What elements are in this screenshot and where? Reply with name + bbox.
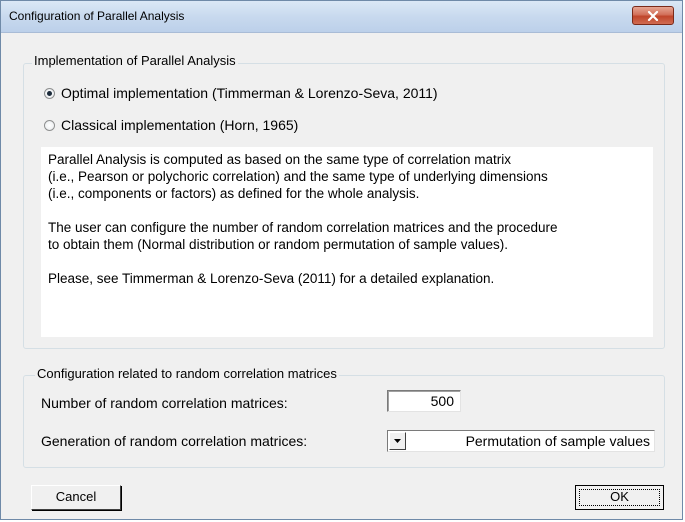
radio-button-unchecked[interactable] xyxy=(44,119,55,131)
implementation-group-legend: Implementation of Parallel Analysis xyxy=(32,53,238,68)
ok-button[interactable]: OK xyxy=(575,485,664,510)
description-paragraph: The user can configure the number of ran… xyxy=(48,219,647,253)
dropdown-selected-value: Permutation of sample values xyxy=(465,433,650,449)
close-icon xyxy=(647,11,659,21)
cancel-button[interactable]: Cancel xyxy=(31,485,121,510)
radio-classical-implementation[interactable]: Classical implementation (Horn, 1965) xyxy=(44,116,298,134)
generation-method-label: Generation of random correlation matrice… xyxy=(41,433,308,449)
window-title: Configuration of Parallel Analysis xyxy=(9,9,185,23)
radio-label: Classical implementation (Horn, 1965) xyxy=(61,117,299,133)
dropdown-button[interactable] xyxy=(389,432,406,450)
description-line: (i.e., components or factors) as defined… xyxy=(48,186,420,201)
dialog-client-area: Implementation of Parallel Analysis Opti… xyxy=(8,33,677,514)
dialog-window: Configuration of Parallel Analysis Imple… xyxy=(0,0,683,520)
radio-optimal-implementation[interactable]: Optimal implementation (Timmerman & Lore… xyxy=(44,84,438,102)
close-button[interactable] xyxy=(632,6,674,25)
chevron-down-icon xyxy=(394,439,401,443)
generation-method-dropdown[interactable]: Permutation of sample values xyxy=(387,430,655,452)
description-paragraph: Please, see Timmerman & Lorenzo-Seva (20… xyxy=(48,270,647,287)
description-paragraph: Parallel Analysis is computed as based o… xyxy=(48,151,647,202)
description-line: to obtain them (Normal distribution or r… xyxy=(48,237,508,252)
description-line: (i.e., Pearson or polychoric correlation… xyxy=(48,169,548,184)
random-matrices-group-legend: Configuration related to random correlat… xyxy=(35,366,339,381)
focus-rectangle xyxy=(579,489,660,506)
description-line: The user can configure the number of ran… xyxy=(48,220,558,235)
description-line: Parallel Analysis is computed as based o… xyxy=(48,152,511,167)
number-of-matrices-input[interactable]: 500 xyxy=(387,390,461,412)
title-bar[interactable]: Configuration of Parallel Analysis xyxy=(1,1,682,33)
description-line: Please, see Timmerman & Lorenzo-Seva (20… xyxy=(48,271,495,286)
radio-button-checked[interactable] xyxy=(44,87,55,99)
description-text-box: Parallel Analysis is computed as based o… xyxy=(41,147,653,337)
number-of-matrices-label: Number of random correlation matrices: xyxy=(41,395,288,411)
random-matrices-group xyxy=(23,375,665,468)
radio-label: Optimal implementation (Timmerman & Lore… xyxy=(61,85,438,101)
